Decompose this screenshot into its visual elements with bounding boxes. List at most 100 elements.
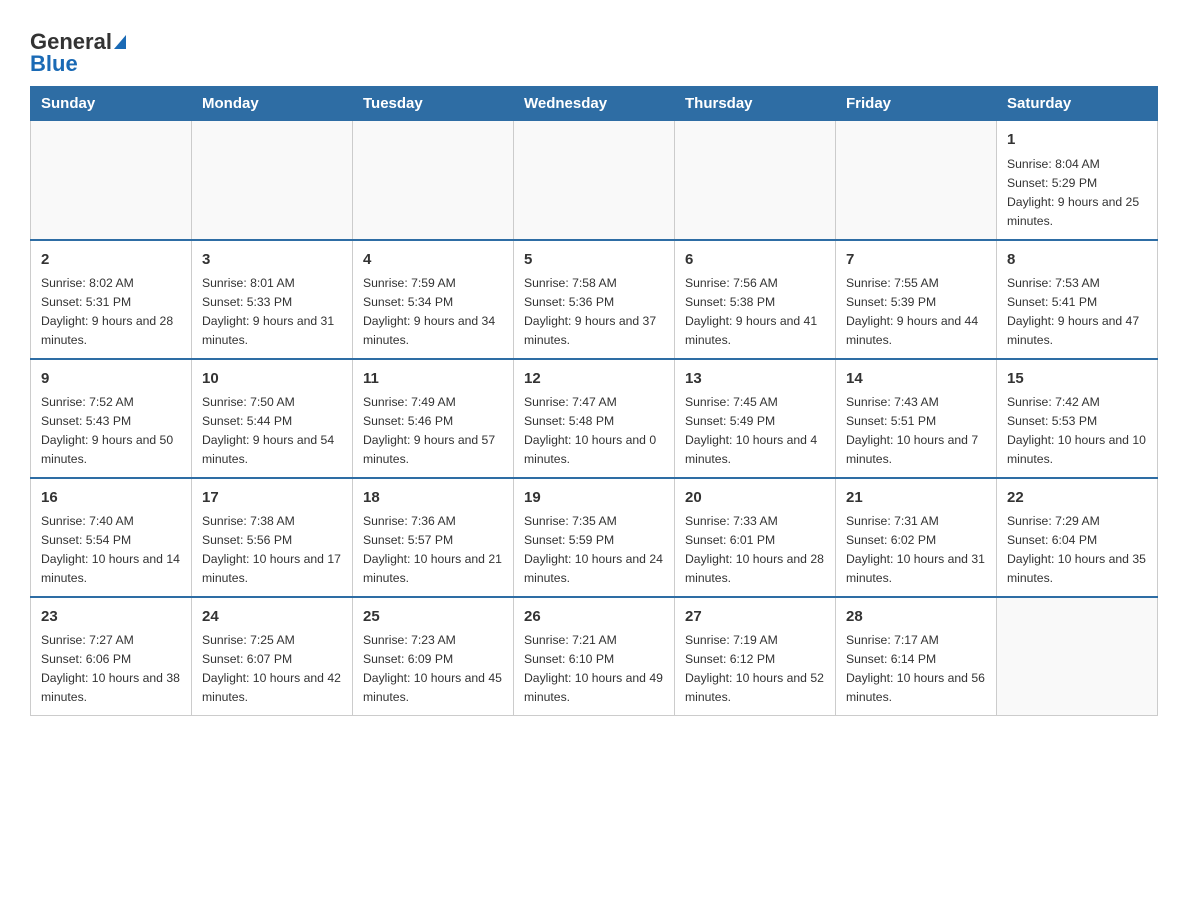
day-number: 24 [202,606,342,629]
day-info: Sunrise: 7:33 AM Sunset: 6:01 PM Dayligh… [685,512,825,588]
day-number: 13 [685,368,825,391]
day-number: 4 [363,249,503,272]
day-number: 21 [846,487,986,510]
day-number: 27 [685,606,825,629]
calendar-cell [192,121,353,240]
day-info: Sunrise: 7:35 AM Sunset: 5:59 PM Dayligh… [524,512,664,588]
calendar-week-row: 1 Sunrise: 8:04 AM Sunset: 5:29 PM Daylig… [31,121,1158,240]
calendar-week-row: 9Sunrise: 7:52 AM Sunset: 5:43 PM Daylig… [31,359,1158,478]
calendar-cell: 18Sunrise: 7:36 AM Sunset: 5:57 PM Dayli… [353,478,514,597]
day-number: 10 [202,368,342,391]
calendar-cell: 7Sunrise: 7:55 AM Sunset: 5:39 PM Daylig… [836,240,997,359]
calendar-cell: 26Sunrise: 7:21 AM Sunset: 6:10 PM Dayli… [514,597,675,716]
day-info: Sunrise: 7:36 AM Sunset: 5:57 PM Dayligh… [363,512,503,588]
day-number: 28 [846,606,986,629]
calendar-cell: 12Sunrise: 7:47 AM Sunset: 5:48 PM Dayli… [514,359,675,478]
calendar-cell: 11Sunrise: 7:49 AM Sunset: 5:46 PM Dayli… [353,359,514,478]
day-info: Sunrise: 7:53 AM Sunset: 5:41 PM Dayligh… [1007,274,1147,350]
calendar-cell: 28Sunrise: 7:17 AM Sunset: 6:14 PM Dayli… [836,597,997,716]
calendar-cell: 2Sunrise: 8:02 AM Sunset: 5:31 PM Daylig… [31,240,192,359]
day-info: Sunrise: 7:40 AM Sunset: 5:54 PM Dayligh… [41,512,181,588]
day-number: 5 [524,249,664,272]
calendar-cell: 5Sunrise: 7:58 AM Sunset: 5:36 PM Daylig… [514,240,675,359]
calendar-cell: 14Sunrise: 7:43 AM Sunset: 5:51 PM Dayli… [836,359,997,478]
weekday-header-thursday: Thursday [675,87,836,121]
calendar-cell: 9Sunrise: 7:52 AM Sunset: 5:43 PM Daylig… [31,359,192,478]
day-info: Sunrise: 7:58 AM Sunset: 5:36 PM Dayligh… [524,274,664,350]
calendar-cell: 13Sunrise: 7:45 AM Sunset: 5:49 PM Dayli… [675,359,836,478]
day-info: Sunrise: 7:43 AM Sunset: 5:51 PM Dayligh… [846,393,986,469]
day-info: Sunrise: 7:42 AM Sunset: 5:53 PM Dayligh… [1007,393,1147,469]
logo: General Blue [30,30,126,76]
weekday-header-wednesday: Wednesday [514,87,675,121]
day-number: 25 [363,606,503,629]
calendar-cell: 1 Sunrise: 8:04 AM Sunset: 5:29 PM Daylig… [997,121,1158,240]
day-number: 26 [524,606,664,629]
day-info: Sunrise: 7:45 AM Sunset: 5:49 PM Dayligh… [685,393,825,469]
calendar-cell [31,121,192,240]
calendar-cell: 27Sunrise: 7:19 AM Sunset: 6:12 PM Dayli… [675,597,836,716]
logo-triangle-icon [114,35,126,49]
calendar-cell: 25Sunrise: 7:23 AM Sunset: 6:09 PM Dayli… [353,597,514,716]
calendar-cell: 22Sunrise: 7:29 AM Sunset: 6:04 PM Dayli… [997,478,1158,597]
calendar-cell: 16Sunrise: 7:40 AM Sunset: 5:54 PM Dayli… [31,478,192,597]
day-number: 12 [524,368,664,391]
day-info: Sunrise: 7:47 AM Sunset: 5:48 PM Dayligh… [524,393,664,469]
calendar-week-row: 2Sunrise: 8:02 AM Sunset: 5:31 PM Daylig… [31,240,1158,359]
logo-text-blue: Blue [30,52,78,76]
day-number: 22 [1007,487,1147,510]
calendar-week-row: 23Sunrise: 7:27 AM Sunset: 6:06 PM Dayli… [31,597,1158,716]
day-number: 2 [41,249,181,272]
calendar-cell [353,121,514,240]
day-number: 18 [363,487,503,510]
day-number: 17 [202,487,342,510]
weekday-header-tuesday: Tuesday [353,87,514,121]
day-info: Sunrise: 7:55 AM Sunset: 5:39 PM Dayligh… [846,274,986,350]
calendar-cell: 17Sunrise: 7:38 AM Sunset: 5:56 PM Dayli… [192,478,353,597]
day-number: 7 [846,249,986,272]
day-info: Sunrise: 8:02 AM Sunset: 5:31 PM Dayligh… [41,274,181,350]
weekday-header-saturday: Saturday [997,87,1158,121]
day-number: 14 [846,368,986,391]
weekday-header-friday: Friday [836,87,997,121]
day-number: 1 [1007,129,1147,152]
day-info: Sunrise: 7:50 AM Sunset: 5:44 PM Dayligh… [202,393,342,469]
calendar-cell: 6Sunrise: 7:56 AM Sunset: 5:38 PM Daylig… [675,240,836,359]
day-number: 16 [41,487,181,510]
calendar-cell: 23Sunrise: 7:27 AM Sunset: 6:06 PM Dayli… [31,597,192,716]
day-info: Sunrise: 7:59 AM Sunset: 5:34 PM Dayligh… [363,274,503,350]
day-number: 11 [363,368,503,391]
day-number: 20 [685,487,825,510]
day-info: Sunrise: 7:17 AM Sunset: 6:14 PM Dayligh… [846,631,986,707]
weekday-header-sunday: Sunday [31,87,192,121]
calendar-table: SundayMondayTuesdayWednesdayThursdayFrid… [30,86,1158,716]
day-info: Sunrise: 7:52 AM Sunset: 5:43 PM Dayligh… [41,393,181,469]
day-number: 9 [41,368,181,391]
day-info: Sunrise: 7:29 AM Sunset: 6:04 PM Dayligh… [1007,512,1147,588]
day-number: 3 [202,249,342,272]
calendar-cell [514,121,675,240]
day-info: Sunrise: 7:38 AM Sunset: 5:56 PM Dayligh… [202,512,342,588]
day-number: 15 [1007,368,1147,391]
day-info: Sunrise: 7:31 AM Sunset: 6:02 PM Dayligh… [846,512,986,588]
calendar-week-row: 16Sunrise: 7:40 AM Sunset: 5:54 PM Dayli… [31,478,1158,597]
calendar-cell: 20Sunrise: 7:33 AM Sunset: 6:01 PM Dayli… [675,478,836,597]
day-info: Sunrise: 7:27 AM Sunset: 6:06 PM Dayligh… [41,631,181,707]
day-info: Sunrise: 7:21 AM Sunset: 6:10 PM Dayligh… [524,631,664,707]
day-number: 6 [685,249,825,272]
day-number: 8 [1007,249,1147,272]
day-info: Sunrise: 7:56 AM Sunset: 5:38 PM Dayligh… [685,274,825,350]
day-info: Sunrise: 7:25 AM Sunset: 6:07 PM Dayligh… [202,631,342,707]
calendar-cell: 8Sunrise: 7:53 AM Sunset: 5:41 PM Daylig… [997,240,1158,359]
calendar-cell [997,597,1158,716]
calendar-cell: 4Sunrise: 7:59 AM Sunset: 5:34 PM Daylig… [353,240,514,359]
day-number: 23 [41,606,181,629]
calendar-cell: 24Sunrise: 7:25 AM Sunset: 6:07 PM Dayli… [192,597,353,716]
calendar-cell: 3Sunrise: 8:01 AM Sunset: 5:33 PM Daylig… [192,240,353,359]
day-info: Sunrise: 8:04 AM Sunset: 5:29 PM Dayligh… [1007,155,1147,231]
calendar-cell: 19Sunrise: 7:35 AM Sunset: 5:59 PM Dayli… [514,478,675,597]
calendar-cell [836,121,997,240]
day-info: Sunrise: 7:49 AM Sunset: 5:46 PM Dayligh… [363,393,503,469]
day-info: Sunrise: 7:23 AM Sunset: 6:09 PM Dayligh… [363,631,503,707]
calendar-cell: 15Sunrise: 7:42 AM Sunset: 5:53 PM Dayli… [997,359,1158,478]
